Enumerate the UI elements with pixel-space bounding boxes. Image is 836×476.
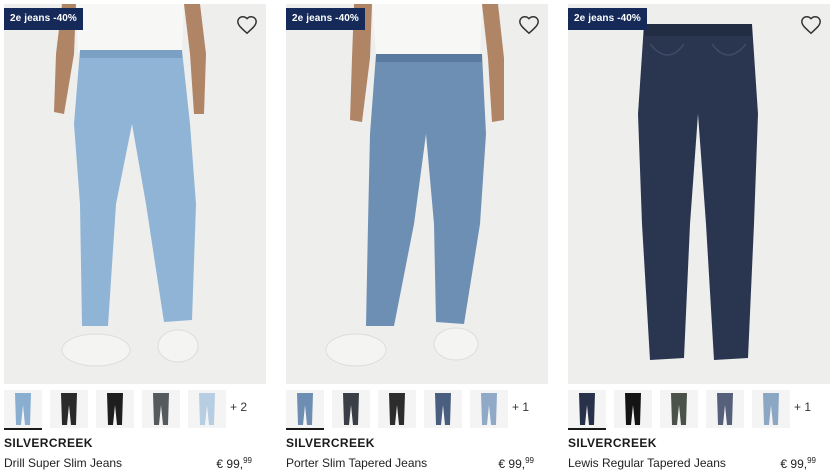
color-swatch[interactable] <box>4 390 42 430</box>
color-swatch[interactable] <box>286 390 324 430</box>
more-colors-link[interactable]: + 1 <box>794 400 811 414</box>
product-price: € 99,99 <box>498 456 534 471</box>
color-swatch[interactable] <box>188 390 226 428</box>
color-swatch[interactable] <box>706 390 744 428</box>
price-cents: 99 <box>807 456 816 465</box>
product-card[interactable]: 2e jeans -40% + 2 SILVERCREEK Drill Supe… <box>4 0 266 476</box>
brand-name: SILVERCREEK <box>4 436 93 450</box>
product-price: € 99,99 <box>780 456 816 471</box>
more-colors-link[interactable]: + 1 <box>512 400 529 414</box>
product-photo[interactable]: 2e jeans -40% <box>568 4 830 384</box>
product-price: € 99,99 <box>216 456 252 471</box>
color-swatch[interactable] <box>614 390 652 428</box>
price-main: € 99, <box>780 457 808 471</box>
price-cents: 99 <box>243 456 252 465</box>
more-colors-link[interactable]: + 2 <box>230 400 247 414</box>
color-swatch[interactable] <box>752 390 790 428</box>
brand-name: SILVERCREEK <box>286 436 375 450</box>
heart-icon[interactable] <box>518 14 540 36</box>
heart-icon[interactable] <box>236 14 258 36</box>
product-card[interactable]: 2e jeans -40% + 1 SILVERCREEK Lewis Regu… <box>568 0 830 476</box>
product-name[interactable]: Porter Slim Tapered Jeans <box>286 456 427 470</box>
color-swatches: + 1 <box>568 390 830 430</box>
color-swatch[interactable] <box>96 390 134 428</box>
brand-name: SILVERCREEK <box>568 436 657 450</box>
price-cents: 99 <box>525 456 534 465</box>
color-swatch[interactable] <box>568 390 606 430</box>
color-swatch[interactable] <box>470 390 508 428</box>
color-swatches: + 1 <box>286 390 548 430</box>
price-main: € 99, <box>498 457 526 471</box>
product-name[interactable]: Drill Super Slim Jeans <box>4 456 122 470</box>
product-card[interactable]: 2e jeans -40% + 1 SILVERCREEK Porter Sli… <box>286 0 548 476</box>
price-main: € 99, <box>216 457 244 471</box>
product-name[interactable]: Lewis Regular Tapered Jeans <box>568 456 726 470</box>
color-swatch[interactable] <box>50 390 88 428</box>
color-swatch[interactable] <box>660 390 698 428</box>
color-swatch[interactable] <box>378 390 416 428</box>
heart-icon[interactable] <box>800 14 822 36</box>
product-photo[interactable]: 2e jeans -40% <box>4 4 266 384</box>
promo-badge: 2e jeans -40% <box>286 8 365 30</box>
color-swatch[interactable] <box>424 390 462 428</box>
color-swatches: + 2 <box>4 390 266 430</box>
color-swatch[interactable] <box>332 390 370 428</box>
promo-badge: 2e jeans -40% <box>568 8 647 30</box>
product-photo[interactable]: 2e jeans -40% <box>286 4 548 384</box>
promo-badge: 2e jeans -40% <box>4 8 83 30</box>
color-swatch[interactable] <box>142 390 180 428</box>
